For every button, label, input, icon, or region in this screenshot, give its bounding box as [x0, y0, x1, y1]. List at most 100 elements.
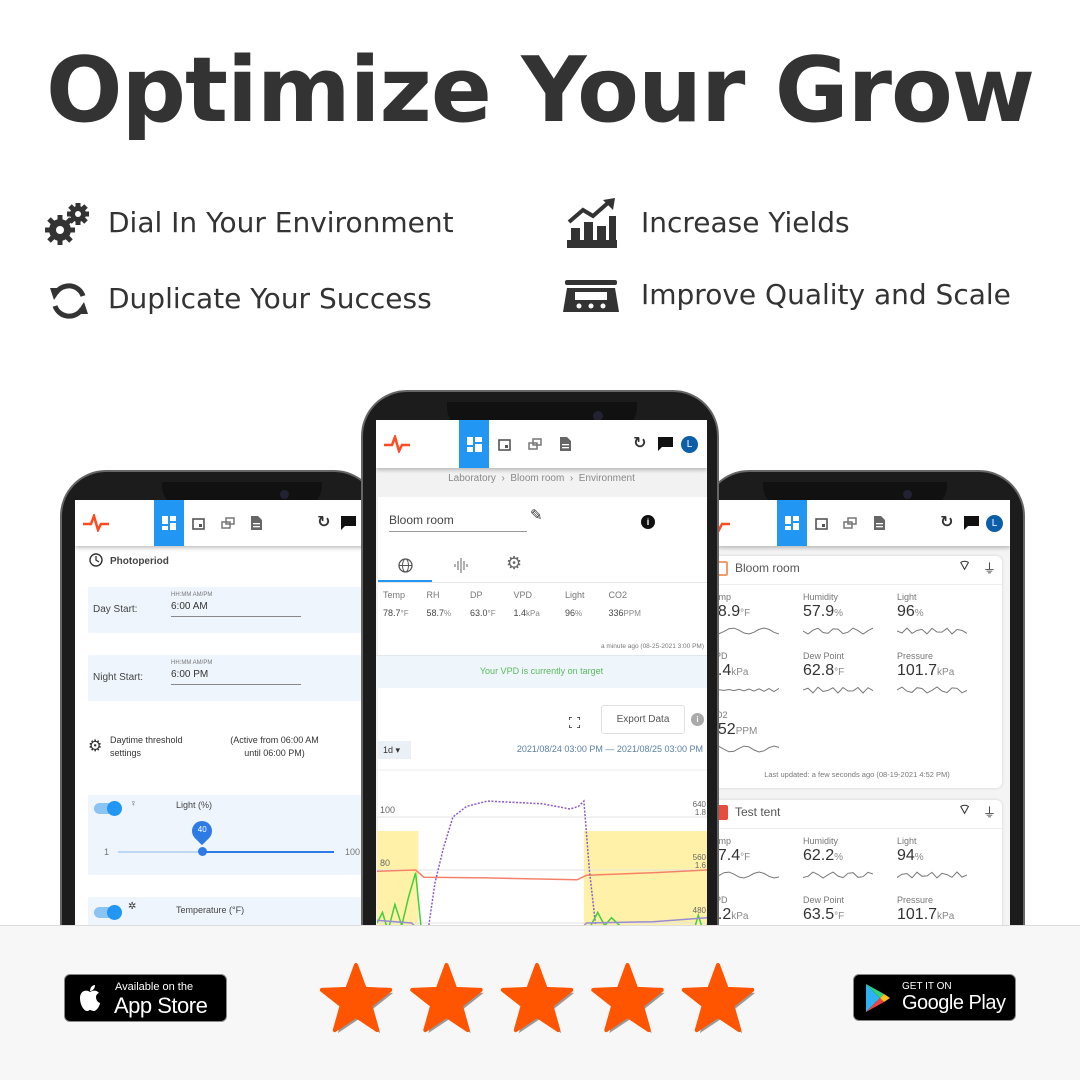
refresh-icon[interactable]: ↻: [633, 433, 646, 453]
layers-tab[interactable]: [835, 500, 865, 546]
fullscreen-icon[interactable]: [569, 717, 580, 728]
metric-number: 78.9: [718, 603, 741, 620]
metric-value: 336PPM: [609, 608, 641, 618]
chat-icon[interactable]: [341, 516, 356, 530]
app-store-badge[interactable]: Available on the App Store: [64, 974, 227, 1022]
metric-label: Light: [565, 590, 585, 600]
temp-toggle[interactable]: [94, 905, 122, 920]
breadcrumb-laboratory[interactable]: Laboratory: [448, 473, 496, 484]
metric-number: 352: [718, 721, 736, 738]
metric-unit: °F: [834, 911, 845, 922]
edit-pencil-icon[interactable]: ✎: [530, 506, 543, 524]
metric-unit: %: [834, 608, 844, 619]
sparkline: [718, 871, 779, 879]
sensor-wave-icon[interactable]: [453, 558, 468, 573]
metric-number: 1.4: [718, 662, 732, 679]
slider-max: 100: [345, 847, 361, 857]
avatar[interactable]: L: [681, 436, 698, 453]
dashboard-tab[interactable]: [777, 500, 807, 546]
date-to[interactable]: 2021/08/25 03:00 PM: [617, 744, 703, 754]
slider-handle[interactable]: [197, 847, 207, 856]
dashboard-icon: [466, 436, 482, 452]
metric-unit: kPa: [731, 911, 749, 922]
metric-label: Temp: [383, 590, 406, 600]
metric-value: 101.7kPa: [897, 906, 954, 924]
room-name[interactable]: Test tent: [735, 805, 780, 819]
metric-unit: PPM: [735, 726, 758, 737]
photoperiod-title: Photoperiod: [110, 556, 169, 567]
dashboard-tab[interactable]: [154, 500, 184, 546]
vpd-status: Your VPD is currently on target: [479, 666, 604, 676]
metric-label: RH: [426, 590, 440, 600]
night-start-input[interactable]: 6:00 PM: [171, 669, 208, 680]
chat-icon[interactable]: [658, 437, 673, 451]
sparkline: [897, 627, 967, 635]
power-plug-icon: ⏚: [983, 561, 997, 576]
metric-label: VPD: [513, 590, 533, 600]
calendar-tab[interactable]: [183, 500, 213, 546]
app-store-big: App Store: [114, 993, 208, 1018]
sparkline: [897, 686, 967, 694]
light-toggle[interactable]: [94, 801, 122, 816]
metric-value: 77.4°F: [718, 847, 750, 865]
dashboard-tab[interactable]: [459, 420, 489, 468]
breadcrumb-bloom-room[interactable]: Bloom room: [510, 473, 564, 484]
reports-tab[interactable]: [864, 500, 894, 546]
date-from[interactable]: 2021/08/24 03:00 PM: [517, 744, 603, 754]
globe-icon[interactable]: [398, 558, 413, 573]
refresh-icon[interactable]: ↻: [317, 512, 330, 532]
metric-value: 1.2kPa: [718, 906, 748, 924]
refresh-icon[interactable]: ↻: [940, 512, 953, 532]
metric-number: 336: [608, 608, 624, 618]
metric-value: 101.7kPa: [897, 662, 954, 680]
room-card[interactable]: Bloom room ⌔ ⏚ Temp 78.9°F Humidity 57.9…: [718, 556, 1002, 788]
app-header: ↻ L: [376, 420, 707, 468]
metric-unit: %: [914, 852, 924, 863]
metric-unit: °F: [834, 667, 845, 678]
info-icon[interactable]: i: [641, 515, 655, 529]
metric-number: 58.7: [426, 608, 445, 618]
app-header: ↻: [75, 500, 365, 546]
left-tick-label: 80: [380, 858, 390, 868]
google-play-badge[interactable]: GET IT ON Google Play: [853, 974, 1016, 1021]
metric-label: Pressure: [897, 895, 934, 905]
reports-tab[interactable]: [241, 500, 271, 546]
environment-chart: 100806401.85601.6480: [377, 769, 707, 945]
calendar-icon: [497, 438, 511, 451]
metric-label: Dew Point: [803, 651, 845, 661]
export-info-icon[interactable]: i: [691, 713, 704, 726]
calendar-tab[interactable]: [806, 500, 836, 546]
room-name[interactable]: Bloom room: [735, 561, 800, 575]
document-icon: [873, 516, 885, 530]
layers-tab[interactable]: [520, 420, 550, 468]
settings-gear-icon[interactable]: ⚙: [506, 553, 522, 574]
calendar-tab[interactable]: [489, 420, 519, 468]
reports-tab[interactable]: [550, 420, 580, 468]
export-data-button[interactable]: Export Data: [601, 705, 685, 734]
room-name-input[interactable]: Bloom room: [389, 513, 454, 527]
metric-value: 94%: [897, 847, 924, 865]
metric-number: 1.2: [718, 906, 732, 923]
growth-chart-icon: [567, 198, 617, 248]
metric-number: 96: [897, 603, 915, 620]
layers-tab[interactable]: [213, 500, 243, 546]
headline: Optimize Your Grow: [46, 38, 1035, 143]
metric-unit: kPa: [731, 667, 749, 678]
metric-unit: %: [444, 609, 452, 618]
metric-value: 1.4kPa: [718, 662, 748, 680]
avatar[interactable]: L: [986, 515, 1003, 532]
metric-number: 96: [565, 608, 576, 618]
metric-label: Temp: [718, 836, 732, 846]
date-range[interactable]: 2021/08/24 03:00 PM — 2021/08/25 03:00 P…: [517, 744, 703, 754]
right-tick-label: 480: [693, 906, 707, 915]
metric-label: VPD: [718, 895, 728, 905]
footer-band: Available on the App Store GET IT ON Goo…: [0, 925, 1080, 1080]
day-start-input[interactable]: 6:00 AM: [171, 601, 208, 612]
app-store-small: Available on the: [115, 981, 194, 993]
metric-number: 101.7: [897, 906, 938, 923]
range-select[interactable]: 1d ▾: [378, 741, 411, 759]
light-slider[interactable]: 40: [118, 816, 334, 856]
chat-icon[interactable]: [964, 516, 979, 530]
day-start-row: HH:MM AM/PM Day Start: 6:00 AM: [88, 587, 365, 633]
metric-value: 78.7°F: [383, 608, 409, 618]
